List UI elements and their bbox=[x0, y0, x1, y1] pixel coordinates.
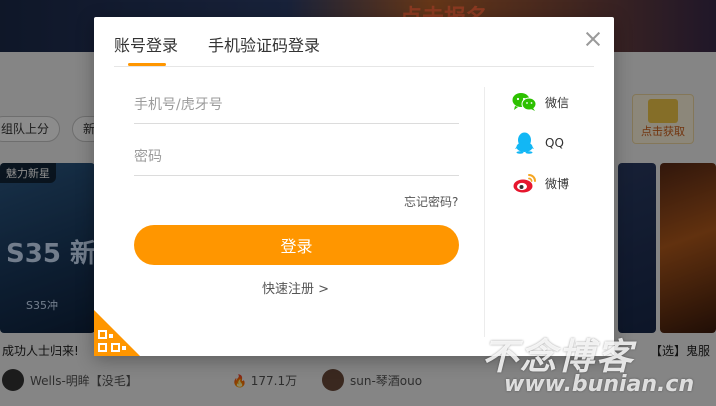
qr-code-icon bbox=[94, 310, 140, 356]
username-input[interactable] bbox=[134, 87, 459, 123]
wechat-label: 微信 bbox=[545, 95, 570, 110]
login-button[interactable]: 登录 bbox=[134, 225, 459, 265]
tab-phone-code-login[interactable]: 手机验证码登录 bbox=[208, 32, 320, 56]
qq-icon bbox=[515, 132, 534, 154]
weibo-label: 微博 bbox=[545, 176, 570, 191]
qr-code-login-corner[interactable] bbox=[94, 310, 140, 356]
quick-register-link[interactable]: 快速注册 > bbox=[262, 278, 329, 297]
password-field bbox=[134, 139, 459, 176]
qq-label: QQ bbox=[545, 136, 564, 150]
wechat-icon bbox=[512, 93, 537, 111]
username-field bbox=[134, 87, 459, 124]
weibo-login[interactable]: 微博 bbox=[512, 172, 569, 194]
login-tabs: 账号登录 手机验证码登录 bbox=[114, 17, 594, 67]
password-input[interactable] bbox=[134, 139, 459, 175]
qq-login[interactable]: QQ bbox=[512, 132, 564, 154]
divider bbox=[484, 87, 485, 337]
tab-account-login[interactable]: 账号登录 bbox=[114, 32, 178, 56]
active-tab-indicator bbox=[128, 63, 166, 66]
forgot-password-link[interactable]: 忘记密码? bbox=[404, 193, 458, 210]
wechat-login[interactable]: 微信 bbox=[512, 92, 569, 112]
weibo-icon bbox=[513, 174, 536, 193]
login-dialog: 账号登录 手机验证码登录 忘记密码? 登录 快速注册 > 微信 bbox=[94, 17, 614, 356]
